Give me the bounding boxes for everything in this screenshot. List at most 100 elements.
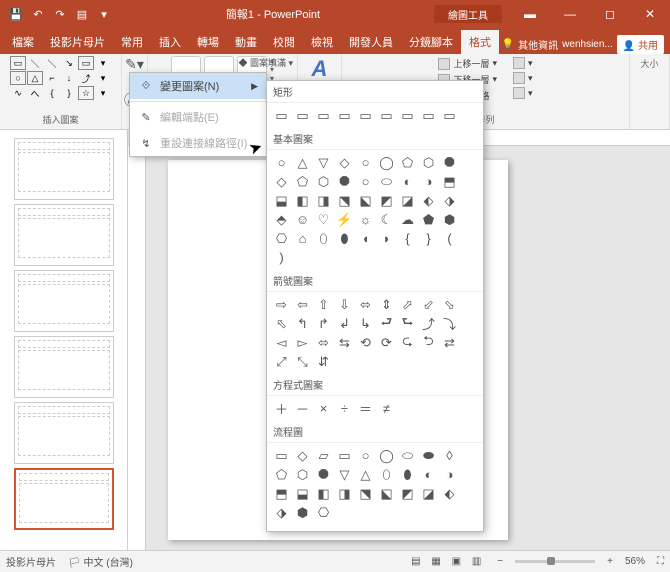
shape-option[interactable]: ⮌: [418, 333, 439, 352]
shape-option[interactable]: ▭: [439, 106, 460, 125]
slide-thumb-6[interactable]: [14, 468, 114, 530]
shape-option[interactable]: ◯: [376, 446, 397, 465]
tab-5[interactable]: 動畫: [227, 30, 265, 54]
shape-option[interactable]: ◅: [271, 333, 292, 352]
shape-option[interactable]: ⬓: [292, 484, 313, 503]
shape-option[interactable]: ▭: [418, 106, 439, 125]
shape-option[interactable]: ⬠: [292, 172, 313, 191]
shape-option[interactable]: ☁: [397, 210, 418, 229]
shape-option[interactable]: ⬭: [376, 172, 397, 191]
shape-option[interactable]: ◗: [376, 229, 397, 248]
slide-thumb-4[interactable]: [14, 336, 114, 398]
shape-option[interactable]: ⬠: [397, 153, 418, 172]
shape-option[interactable]: ▭: [271, 106, 292, 125]
shape-option[interactable]: ↱: [313, 314, 334, 333]
shape-option[interactable]: ⬂: [439, 295, 460, 314]
ribbon-options-icon[interactable]: ▬: [510, 0, 550, 28]
shape-option[interactable]: ☾: [376, 210, 397, 229]
shape-option[interactable]: ▽: [334, 465, 355, 484]
shape-option[interactable]: ⬒: [271, 484, 292, 503]
shape-option[interactable]: ÷: [334, 399, 355, 418]
shape-option[interactable]: ⬘: [271, 210, 292, 229]
tellme-text[interactable]: 其他資訊: [518, 37, 558, 52]
bring-forward[interactable]: 上移一層 ▾: [435, 56, 500, 71]
shape-option[interactable]: {: [397, 229, 418, 248]
shape-option[interactable]: ◧: [292, 191, 313, 210]
shape-option[interactable]: ◩: [397, 484, 418, 503]
shape-option[interactable]: △: [292, 153, 313, 172]
shape-option[interactable]: ⬕: [355, 191, 376, 210]
shape-option[interactable]: ⇵: [313, 352, 334, 371]
align-icon[interactable]: ▾: [510, 56, 536, 70]
shape-option[interactable]: ⤴: [418, 314, 439, 333]
shape-option[interactable]: ◨: [334, 484, 355, 503]
close-icon[interactable]: ✕: [630, 0, 670, 28]
shape-option[interactable]: ⬗: [439, 191, 460, 210]
shape-option[interactable]: ◑: [418, 172, 439, 191]
shape-option[interactable]: ▭: [292, 106, 313, 125]
tab-8[interactable]: 開發人員: [341, 30, 401, 54]
shape-option[interactable]: ⬮: [397, 465, 418, 484]
slide-thumb-2[interactable]: [14, 204, 114, 266]
shape-option[interactable]: ⬕: [376, 484, 397, 503]
shape-option[interactable]: ⇨: [271, 295, 292, 314]
change-shape-item[interactable]: ⟐ 變更圖案(N) ▶: [130, 73, 266, 99]
shape-option[interactable]: ⬢: [439, 210, 460, 229]
slide-thumb-5[interactable]: [14, 402, 114, 464]
shape-option[interactable]: ⬃: [418, 295, 439, 314]
shape-option[interactable]: ⮑: [397, 314, 418, 333]
tab-4[interactable]: 轉場: [189, 30, 227, 54]
shape-option[interactable]: ◇: [292, 446, 313, 465]
normal-view-icon[interactable]: ▦: [427, 556, 444, 567]
slide-thumb-3[interactable]: [14, 270, 114, 332]
shape-option[interactable]: ◇: [334, 153, 355, 172]
shape-option[interactable]: ⇄: [439, 333, 460, 352]
status-lang[interactable]: 🏳 中文 (台灣): [68, 554, 133, 569]
undo-icon[interactable]: ↶: [28, 4, 48, 24]
shape-option[interactable]: ⬓: [271, 191, 292, 210]
shape-option[interactable]: ◨: [313, 191, 334, 210]
shape-option[interactable]: ○: [355, 446, 376, 465]
shape-option[interactable]: ◊: [439, 446, 460, 465]
shape-option[interactable]: ↲: [334, 314, 355, 333]
shape-option[interactable]: ▽: [313, 153, 334, 172]
shape-option[interactable]: ⇕: [376, 295, 397, 314]
qat-more-icon[interactable]: ▾: [94, 4, 114, 24]
shape-option[interactable]: ▭: [355, 106, 376, 125]
shape-option[interactable]: ＝: [355, 399, 376, 418]
shape-option[interactable]: ○: [271, 153, 292, 172]
shape-option[interactable]: ◇: [271, 172, 292, 191]
shape-option[interactable]: ⬯: [376, 465, 397, 484]
shape-option[interactable]: ⬡: [418, 153, 439, 172]
shape-option[interactable]: ⯃: [439, 153, 460, 172]
shape-option[interactable]: ♡: [313, 210, 334, 229]
shape-option[interactable]: ⇧: [313, 295, 334, 314]
shape-option[interactable]: ◧: [313, 484, 334, 503]
status-slide[interactable]: 投影片母片: [6, 554, 56, 569]
shape-option[interactable]: ⬬: [418, 446, 439, 465]
shape-option[interactable]: ⯃: [313, 465, 334, 484]
wordart-icon[interactable]: A: [312, 56, 328, 82]
shape-option[interactable]: ⤵: [439, 314, 460, 333]
slide-thumb-1[interactable]: [14, 138, 114, 200]
shape-option[interactable]: ▭: [313, 106, 334, 125]
shape-gallery-mini[interactable]: ▭＼＼↘▭▾ ○△⌐↓⤴▾ ∿へ{}☆▾: [10, 56, 111, 100]
shape-option[interactable]: △: [355, 465, 376, 484]
shape-option[interactable]: ×: [313, 399, 334, 418]
shape-option[interactable]: ☼: [355, 210, 376, 229]
shape-option[interactable]: ⬗: [271, 503, 292, 522]
zoom-slider[interactable]: [515, 560, 595, 563]
shape-option[interactable]: ○: [355, 172, 376, 191]
shape-option[interactable]: ⟳: [376, 333, 397, 352]
group-icon[interactable]: ▾: [510, 71, 536, 85]
shape-option[interactable]: ⎔: [271, 229, 292, 248]
tab-3[interactable]: 插入: [151, 30, 189, 54]
shape-option[interactable]: ↰: [292, 314, 313, 333]
shape-option[interactable]: }: [418, 229, 439, 248]
shape-option[interactable]: ⬔: [334, 191, 355, 210]
share-button[interactable]: 👤 共用: [617, 35, 664, 54]
shape-option[interactable]: ▱: [313, 446, 334, 465]
shape-option[interactable]: ⚡: [334, 210, 355, 229]
zoom-value[interactable]: 56%: [625, 556, 645, 567]
shape-option[interactable]: ⬮: [334, 229, 355, 248]
